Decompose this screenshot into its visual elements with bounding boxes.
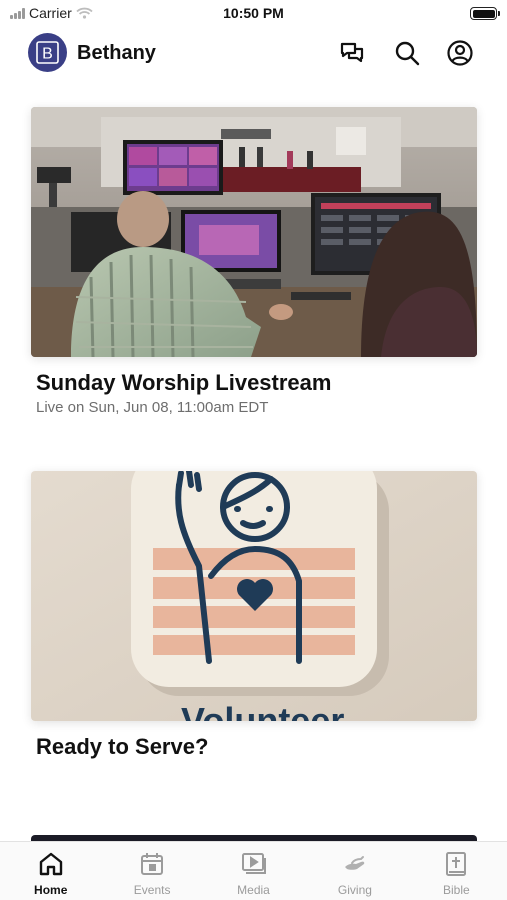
chat-button[interactable]: [338, 39, 366, 67]
tab-home[interactable]: Home: [0, 842, 101, 900]
search-icon: [395, 41, 420, 66]
status-time: 10:50 PM: [223, 5, 284, 21]
volunteer-illustration[interactable]: Volunteer: [31, 471, 477, 721]
tab-bible[interactable]: Bible: [406, 842, 507, 900]
church-logo[interactable]: B: [28, 33, 67, 72]
tab-label: Home: [34, 883, 68, 897]
serve-card[interactable]: Volunteer Ready to Serve?: [31, 471, 477, 760]
profile-button[interactable]: [446, 39, 474, 67]
tab-label: Events: [133, 883, 171, 897]
logo-letter: B: [42, 46, 53, 63]
tab-label: Media: [237, 883, 270, 897]
livestream-photo[interactable]: [31, 107, 477, 357]
media-icon: [241, 853, 266, 874]
tab-label: Giving: [337, 883, 372, 897]
giving-icon: [344, 856, 365, 870]
home-icon: [39, 852, 62, 876]
card-title[interactable]: Sunday Worship Livestream: [36, 370, 477, 396]
logo-icon: B: [36, 41, 59, 64]
card-subtitle: Live on Sun, Jun 08, 11:00am EDT: [36, 399, 269, 416]
profile-icon: [447, 40, 473, 66]
app-title: Bethany: [77, 42, 156, 64]
chat-icon: [340, 42, 364, 63]
tab-label: Bible: [442, 883, 470, 897]
search-button[interactable]: [393, 39, 421, 67]
image-caption-text: Volunteer: [181, 700, 344, 721]
livestream-card[interactable]: Sunday Worship Livestream Live on Sun, J…: [31, 107, 477, 416]
status-bar: Carrier 10:50 PM: [0, 0, 507, 28]
battery-icon: [470, 7, 500, 20]
tab-media[interactable]: Media: [203, 842, 304, 900]
bible-icon: [446, 852, 467, 876]
tab-giving[interactable]: Giving: [304, 842, 405, 900]
tab-bar: Home Events Media Giving Bible: [0, 841, 507, 900]
app-header: B Bethany: [0, 28, 507, 78]
card-title[interactable]: Ready to Serve?: [36, 734, 477, 760]
tab-events[interactable]: Events: [101, 842, 202, 900]
calendar-icon: [141, 853, 164, 875]
